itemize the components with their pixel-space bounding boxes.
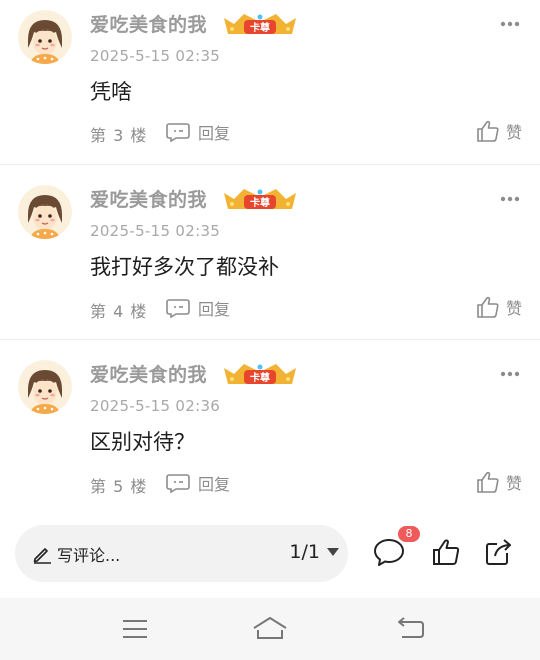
reply-label: 回复 — [198, 475, 231, 494]
floor-number: 第 3 楼 — [90, 126, 148, 145]
vip-badge-icon: 卡尊 — [224, 189, 296, 209]
reply-button[interactable]: 回复 — [166, 297, 230, 319]
reply-icon — [166, 123, 190, 142]
vip-badge-icon: 卡尊 — [224, 364, 296, 384]
like-button[interactable]: 赞 — [476, 118, 522, 144]
more-options-icon[interactable] — [500, 196, 520, 202]
reply-label: 回复 — [198, 124, 231, 143]
comment-content: 我打好多次了都没补 — [90, 255, 279, 279]
avatar[interactable] — [18, 10, 72, 64]
comment-timestamp: 2025-5-15 02:35 — [90, 47, 221, 65]
avatar[interactable] — [18, 185, 72, 239]
more-options-icon[interactable] — [500, 21, 520, 27]
system-navigation-bar — [0, 598, 540, 660]
floor-number: 第 5 楼 — [90, 477, 148, 496]
thumbs-up-icon[interactable] — [430, 536, 462, 568]
back-icon[interactable] — [396, 616, 426, 642]
svg-text:卡尊: 卡尊 — [250, 196, 270, 209]
like-label: 赞 — [505, 123, 522, 142]
floor-number: 第 4 楼 — [90, 302, 148, 321]
reply-label: 回复 — [198, 300, 231, 319]
username[interactable]: 爱吃美食的我 — [90, 185, 207, 212]
avatar[interactable] — [18, 360, 72, 414]
comment-timestamp: 2025-5-15 02:35 — [90, 222, 221, 240]
svg-text:卡尊: 卡尊 — [250, 371, 270, 384]
username[interactable]: 爱吃美食的我 — [90, 10, 207, 37]
page-selector[interactable]: 1/1 — [289, 541, 340, 563]
reply-icon — [166, 474, 190, 493]
thumbs-up-icon — [477, 471, 499, 493]
like-label: 赞 — [505, 474, 522, 493]
comment-item: 爱吃美食的我 卡尊 2025-5-15 02:35 我打好多次了都没补 第 4 … — [0, 165, 540, 340]
comment-item: 爱吃美食的我 卡尊 2025-5-15 02:36 区别对待？ 第 5 楼 回复… — [0, 340, 540, 510]
svg-text:卡尊: 卡尊 — [250, 21, 270, 34]
username[interactable]: 爱吃美食的我 — [90, 360, 207, 387]
comment-item: 爱吃美食的我 卡尊 2025-5-15 02:35 凭啥 第 3 楼 回复 赞 — [0, 0, 540, 165]
caret-down-icon — [327, 548, 339, 556]
like-button[interactable]: 赞 — [476, 469, 522, 495]
menu-icon[interactable] — [120, 616, 150, 642]
page-indicator: 1/1 — [289, 541, 320, 563]
thumbs-up-icon — [477, 296, 499, 318]
comment-input[interactable]: 写评论... 1/1 — [15, 525, 348, 582]
comment-timestamp: 2025-5-15 02:36 — [90, 397, 221, 415]
share-icon[interactable] — [483, 536, 515, 568]
thumbs-up-icon — [477, 120, 499, 142]
reply-button[interactable]: 回复 — [166, 472, 230, 494]
home-icon[interactable] — [252, 616, 288, 642]
comment-bubble-icon[interactable] — [373, 536, 405, 568]
comment-count-badge: 8 — [398, 526, 420, 542]
comment-content: 区别对待？ — [90, 430, 195, 454]
comment-input-placeholder: 写评论... — [57, 546, 121, 565]
pencil-icon — [33, 548, 51, 564]
reply-button[interactable]: 回复 — [166, 121, 230, 143]
like-button[interactable]: 赞 — [476, 294, 522, 320]
more-options-icon[interactable] — [500, 371, 520, 377]
comment-content: 凭啥 — [90, 80, 132, 104]
reply-icon — [166, 299, 190, 318]
vip-badge-icon: 卡尊 — [224, 14, 296, 34]
like-label: 赞 — [505, 299, 522, 318]
comment-toolbar: 写评论... 1/1 8 — [0, 510, 540, 598]
